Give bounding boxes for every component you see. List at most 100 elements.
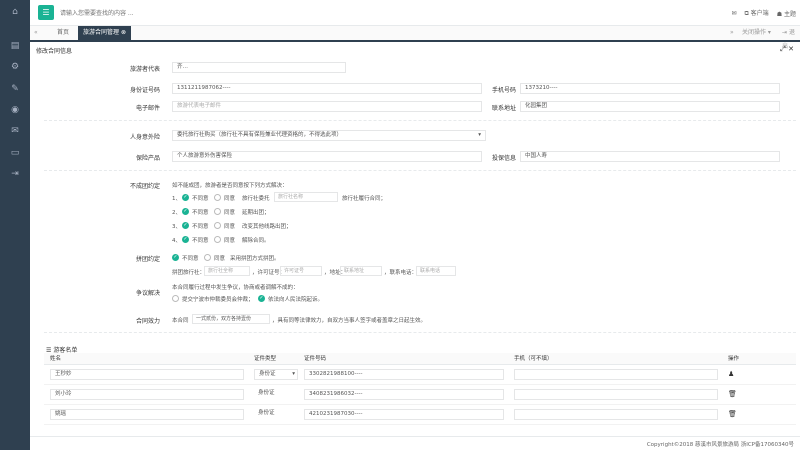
col-id-type: 证件类型 xyxy=(248,353,298,365)
id-number-input[interactable]: 3408231986032---- xyxy=(304,388,504,400)
group-permit-input[interactable]: 许可证号 xyxy=(280,266,322,276)
product-input[interactable]: 个人旅游意外伤害保险 xyxy=(172,151,482,162)
check-icon[interactable]: ✓ xyxy=(182,222,189,229)
group-addr-input[interactable]: 联系地址 xyxy=(340,266,382,276)
client-label: 客户端 xyxy=(750,10,769,17)
fail-label: 不成团约定 xyxy=(129,183,160,190)
chevron-down-icon: ▾ xyxy=(292,370,295,377)
rep-input[interactable]: 齐… xyxy=(172,62,346,73)
col-phone: 手机（可不填） xyxy=(508,353,722,365)
expand-icon[interactable]: ⤢ xyxy=(780,45,786,53)
id-type-select[interactable]: 身份证 xyxy=(254,389,298,400)
home-icon[interactable]: ⌂ xyxy=(9,6,21,18)
trash-icon[interactable]: 🗑 xyxy=(728,390,737,398)
table-row: 王秒妙 身份证 ▾ 3302821988100---- ♟ xyxy=(44,364,796,385)
fail-yes-label: 同意 xyxy=(224,224,236,230)
fail-num: 1、 xyxy=(172,196,181,202)
check-icon[interactable]: ✓ xyxy=(258,295,265,302)
theme-link[interactable]: ☗ 主题 xyxy=(777,9,796,18)
fail-no-label: 不同意 xyxy=(192,210,209,216)
divider xyxy=(44,170,796,171)
tabs-prev-button[interactable]: « xyxy=(34,26,38,40)
logout-icon[interactable]: ⇥ xyxy=(9,168,21,180)
monitor-icon[interactable]: ▭ xyxy=(9,147,21,159)
fail-no-label: 不同意 xyxy=(192,196,209,202)
table-row: 姚瑶 身份证 4210231987030---- 🗑 xyxy=(44,404,796,425)
group-yes-label: 同意 xyxy=(214,256,226,262)
check-icon[interactable]: ✓ xyxy=(182,208,189,215)
footer: Copyright©2018 慈溪市风景旅游局 浙ICP备17060340号 xyxy=(30,436,800,450)
client-link[interactable]: ⧉ 客户端 xyxy=(744,8,768,18)
id-number-input[interactable]: 3302821988100---- xyxy=(304,368,504,380)
address-input[interactable]: 化园集团 xyxy=(520,101,780,112)
tab-home[interactable]: 首页 xyxy=(52,26,74,40)
check-icon[interactable]: ✓ xyxy=(182,236,189,243)
col-action: 操作 xyxy=(722,353,796,365)
group-label: 拼团约定 xyxy=(135,256,160,263)
table-row: 刘小玲 身份证 3408231986032---- 🗑 xyxy=(44,384,796,405)
id-type-select[interactable]: 身份证 ▾ xyxy=(254,368,298,380)
email-input[interactable]: 旅游代表电子邮件 xyxy=(172,101,482,112)
agency-name-input[interactable]: 旅行社名称 xyxy=(274,192,338,202)
tab-contract-management[interactable]: 旅游合同管理 ⊗ xyxy=(78,26,131,40)
fail-num: 3、 xyxy=(172,224,181,230)
mail-icon[interactable]: ✉ xyxy=(731,10,736,17)
effect-input[interactable]: 一式贰份，双方各持壹份 xyxy=(192,314,270,324)
id-type-select[interactable]: 身份证 xyxy=(254,409,298,420)
col-name: 姓名 xyxy=(44,353,248,365)
insurer-input[interactable]: 中国人寿 xyxy=(520,151,780,162)
radio-arbitration[interactable] xyxy=(172,295,179,302)
phone-input[interactable]: 1373210---- xyxy=(520,83,780,94)
radio-agree[interactable] xyxy=(214,208,221,215)
tabs-bar: « 首页 旅游合同管理 ⊗ » 关闭操作 ▾ ⇥ 退出 xyxy=(30,26,800,50)
dispute-opt1: 提交宁波市仲裁委员会仲裁； xyxy=(182,297,254,303)
name-input[interactable]: 姚瑶 xyxy=(50,408,244,420)
fail-desc: 改变其他线路出团； xyxy=(242,224,292,230)
id-number-input[interactable]: 4210231987030---- xyxy=(304,408,504,420)
group-tel-input[interactable]: 联系电话 xyxy=(416,266,456,276)
group-agency-input[interactable]: 旅行社全称 xyxy=(204,266,250,276)
insurance-select[interactable]: 委托旅行社购买（旅行社不具有保险兼业代理资格的，不得选此项） ▾ xyxy=(172,130,486,141)
chevron-down-icon: ▾ xyxy=(478,132,481,138)
phone-input[interactable] xyxy=(514,368,718,380)
logout-button[interactable]: ⇥ 退出 xyxy=(782,26,800,50)
radio-agree[interactable] xyxy=(214,222,221,229)
menu-toggle-button[interactable]: ☰ xyxy=(38,5,54,20)
dispute-opt2: 依法向人民法院起诉。 xyxy=(268,297,324,303)
radio-agree[interactable] xyxy=(204,254,211,261)
sidebar: ⌂ ▤ ⚙ ✎ ◉ ✉ ▭ ⇥ xyxy=(0,0,30,450)
col-id-number: 证件号码 xyxy=(298,353,508,365)
name-input[interactable]: 王秒妙 xyxy=(50,368,244,380)
product-label: 保险产品 xyxy=(135,155,160,162)
phone-label: 手机号码 xyxy=(491,87,516,94)
close-icon[interactable]: ✕ xyxy=(788,45,794,53)
check-icon[interactable]: ✓ xyxy=(182,194,189,201)
mail-icon[interactable]: ✉ xyxy=(9,125,21,137)
dispute-intro: 本合同履行过程中发生争议，协商或者调解不成的： xyxy=(172,285,299,291)
effect-label: 合同效力 xyxy=(135,318,160,325)
book-icon[interactable]: ▤ xyxy=(9,40,21,52)
compass-icon[interactable]: ◉ xyxy=(9,104,21,116)
panel-tools: ⤢ ✕ xyxy=(780,45,794,54)
insurance-label: 人身意外险 xyxy=(129,134,160,141)
fail-num: 4、 xyxy=(172,238,181,244)
search-input[interactable] xyxy=(60,6,260,20)
group-desc: 采用拼团方式拼团。 xyxy=(230,256,280,262)
name-input[interactable]: 刘小玲 xyxy=(50,388,244,400)
gear-icon[interactable]: ⚙ xyxy=(9,61,21,73)
trash-icon[interactable]: 🗑 xyxy=(728,410,737,418)
tabs-next-button[interactable]: » xyxy=(730,26,734,40)
radio-agree[interactable] xyxy=(214,194,221,201)
theme-label: 主题 xyxy=(783,10,796,18)
phone-input[interactable] xyxy=(514,408,718,420)
user-add-icon[interactable]: ♟ xyxy=(728,370,734,378)
radio-agree[interactable] xyxy=(214,236,221,243)
divider xyxy=(44,332,796,333)
close-operations-dropdown[interactable]: 关闭操作 ▾ xyxy=(742,26,771,40)
phone-input[interactable] xyxy=(514,388,718,400)
edit-icon[interactable]: ✎ xyxy=(9,83,21,95)
id-input[interactable]: 1311211987062---- xyxy=(172,83,482,94)
fail-num: 2、 xyxy=(172,210,181,216)
close-icon[interactable]: ⊗ xyxy=(121,29,126,36)
check-icon[interactable]: ✓ xyxy=(172,254,179,261)
